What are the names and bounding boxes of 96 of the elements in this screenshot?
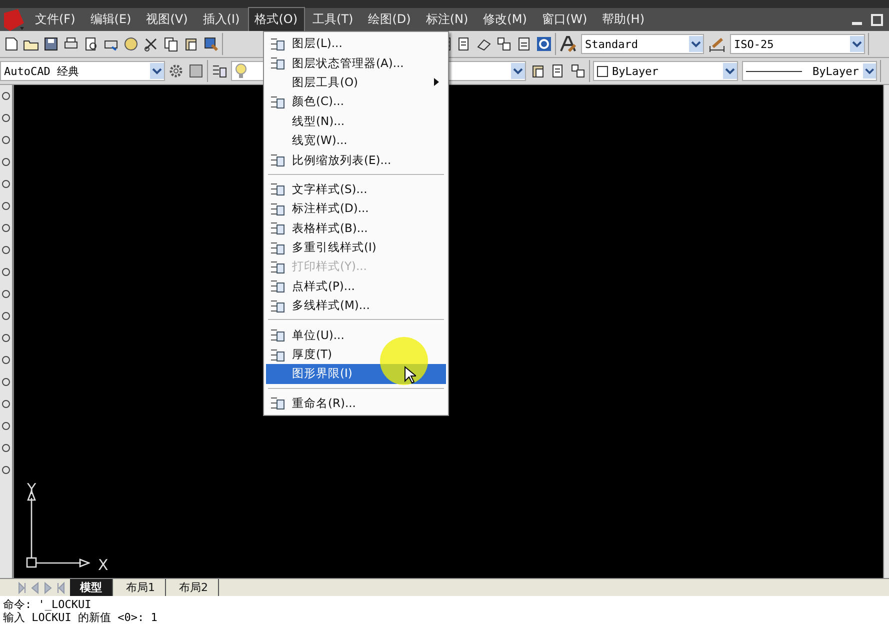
command-line: 命令: '_LOCKUI xyxy=(3,598,92,611)
tool-icon[interactable] xyxy=(570,63,586,79)
menu-item[interactable]: 表格样式(B)... xyxy=(266,218,446,238)
text-style-dropdown[interactable]: Standard xyxy=(581,34,704,54)
menu-item[interactable]: 重命名(R)... xyxy=(266,394,446,414)
draw-tool-icon[interactable] xyxy=(1,245,11,255)
menu-item-icon xyxy=(269,36,285,52)
menu-item[interactable]: 修改(M) xyxy=(477,8,533,31)
tool-icon[interactable] xyxy=(496,36,512,52)
chevron-down-icon[interactable] xyxy=(862,63,876,79)
chevron-down-icon[interactable] xyxy=(723,63,737,79)
chevron-down-icon[interactable] xyxy=(689,36,703,52)
color-swatch xyxy=(597,66,608,76)
layers-icon[interactable] xyxy=(211,63,227,79)
text-style-icon[interactable] xyxy=(559,35,577,53)
menu-item-icon xyxy=(269,395,285,412)
dimension-style-icon[interactable] xyxy=(708,36,726,52)
layout-tab[interactable]: 模型 xyxy=(70,579,113,596)
menu-item[interactable]: 窗口(W) xyxy=(536,8,594,31)
menu-item-icon xyxy=(269,327,285,344)
menu-item[interactable]: 格式(O) xyxy=(248,8,304,31)
tool-icon[interactable] xyxy=(203,36,219,52)
draw-tool-icon[interactable] xyxy=(1,135,11,145)
menu-item[interactable]: 图层(L)... xyxy=(266,34,446,54)
draw-tool-icon[interactable] xyxy=(1,157,11,167)
menu-item-icon xyxy=(269,258,285,275)
draw-tool-icon[interactable] xyxy=(1,113,11,123)
menu-item[interactable]: 厚度(T) xyxy=(266,344,446,364)
menu-item[interactable]: 图层状态管理器(A)... xyxy=(266,53,446,73)
draw-tool-icon[interactable] xyxy=(1,443,11,453)
menu-item[interactable]: 比例缩放列表(E)... xyxy=(266,150,446,170)
mouse-pointer-icon xyxy=(404,366,416,384)
draw-tool-icon[interactable] xyxy=(1,179,11,189)
draw-tool-icon[interactable] xyxy=(1,421,11,431)
menu-item[interactable]: 多重引线样式(I) xyxy=(266,238,446,258)
dimension-style-dropdown[interactable]: ISO-25 xyxy=(730,34,865,54)
line-preview xyxy=(746,70,802,72)
axis-label: X xyxy=(98,556,108,574)
draw-tool-icon[interactable] xyxy=(1,399,11,409)
menu-item[interactable]: 文字样式(S)... xyxy=(266,180,446,200)
menu-item[interactable]: 标注样式(D)... xyxy=(266,199,446,219)
menu-item[interactable]: 视图(V) xyxy=(140,8,194,31)
workspace-dropdown[interactable]: AutoCAD 经典 xyxy=(0,61,165,81)
menu-item[interactable]: 线型(N)... xyxy=(266,112,446,131)
menu-item[interactable]: 颜色(C)... xyxy=(266,92,446,112)
menu-item[interactable]: 点样式(P)... xyxy=(266,276,446,296)
menu-item-icon xyxy=(269,240,285,256)
tool-icon[interactable] xyxy=(43,36,59,52)
chevron-down-icon[interactable] xyxy=(150,63,164,79)
menu-item-icon xyxy=(269,152,285,168)
draw-tool-icon[interactable] xyxy=(1,377,11,387)
menu-item-icon xyxy=(269,298,285,314)
tool-icon[interactable] xyxy=(83,36,99,52)
gear-icon[interactable] xyxy=(168,63,184,79)
menu-item[interactable]: 帮助(H) xyxy=(596,8,651,31)
menu-item-icon xyxy=(269,55,285,72)
draw-tool-icon[interactable] xyxy=(1,289,11,299)
draw-tool-icon[interactable] xyxy=(1,465,11,475)
menu-item-icon xyxy=(269,346,285,363)
linetype-dropdown[interactable]: ByLayer xyxy=(742,61,877,81)
lightbulb-icon xyxy=(235,63,247,79)
menu-item-icon xyxy=(269,94,285,110)
menu-item[interactable]: 单位(U)... xyxy=(266,325,446,345)
chevron-down-icon[interactable] xyxy=(850,36,864,52)
tool-icon[interactable] xyxy=(143,36,159,52)
menu-item[interactable]: 线宽(W)... xyxy=(266,130,446,150)
restore-icon[interactable] xyxy=(871,14,883,26)
menu-item[interactable]: 编辑(E) xyxy=(84,8,138,31)
tool-icon[interactable] xyxy=(530,63,546,79)
draw-tool-icon[interactable] xyxy=(1,91,11,101)
color-dropdown[interactable]: ByLayer xyxy=(593,61,738,81)
tool-icon[interactable] xyxy=(3,36,19,52)
tool-icon[interactable] xyxy=(183,36,199,52)
tool-icon[interactable] xyxy=(516,36,532,52)
menu-item-icon xyxy=(269,200,285,217)
menu-item[interactable]: 文件(F) xyxy=(29,8,82,31)
draw-tool-icon[interactable] xyxy=(1,311,11,321)
draw-tool-icon[interactable] xyxy=(1,333,11,343)
draw-tool-icon[interactable] xyxy=(1,355,11,365)
menu-item[interactable]: 工具(T) xyxy=(306,8,360,31)
chevron-down-icon[interactable] xyxy=(511,63,525,79)
draw-tool-icon[interactable] xyxy=(1,201,11,211)
command-line: 输入 LOCKUI 的新值 <0>: 1 xyxy=(3,611,158,624)
menu-item[interactable]: 图层工具(O) xyxy=(266,72,446,92)
draw-tool-icon[interactable] xyxy=(1,223,11,233)
menu-item-icon xyxy=(269,278,285,294)
submenu-arrow-icon xyxy=(434,78,440,86)
help-icon[interactable] xyxy=(536,36,552,52)
menu-item[interactable]: 多线样式(M)... xyxy=(266,296,446,316)
menu-item-icon xyxy=(269,181,285,198)
menu-item[interactable]: 标注(N) xyxy=(420,8,474,31)
draw-tool-icon[interactable] xyxy=(1,267,11,277)
tool-icon[interactable] xyxy=(163,36,179,52)
menu-item[interactable]: 插入(I) xyxy=(196,8,246,31)
menu-item-icon xyxy=(269,220,285,236)
menu-item[interactable]: 绘图(D) xyxy=(362,8,417,31)
